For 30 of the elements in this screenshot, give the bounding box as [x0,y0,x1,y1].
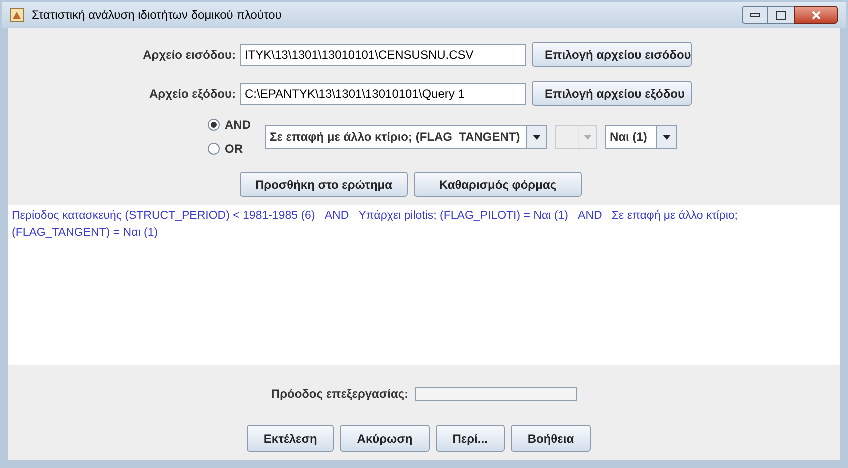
close-button[interactable] [794,6,838,24]
maximize-button[interactable] [768,6,794,24]
progress-label: Πρόοδος επεξεργασίας: [271,386,409,403]
form-button[interactable]: Καθαρισμός φόρμας [414,172,582,197]
operator-radio[interactable]: AND [208,116,251,134]
operator-radio[interactable]: OR [208,140,251,158]
dialog-button[interactable]: Ακύρωση [340,425,430,452]
field-dropdown[interactable]: Σε επαφή με άλλο κτίριο; (FLAG_TANGENT) [265,125,547,149]
query-text: Περίοδος κατασκευής (STRUCT_PERIOD) < 1981-1985 (6) AND Υπάρχει pilotis; (FLAG_PILOTI) = Ναι (1) AND Σε επαφή με άλλο κτίριο; (FLAG_TANGENT) = Ναι (1) [12,209,739,241]
file-label: Αρχείο εξόδου: [148,86,236,102]
caret-icon [584,134,592,140]
form-button[interactable]: Προσθήκη στο ερώτημα [240,172,408,197]
app-icon [10,8,24,22]
dialog-button[interactable]: Περί... [436,425,505,452]
caret-icon [532,134,540,140]
file-label: Αρχείο εισόδου: [142,46,236,64]
value-dropdown[interactable]: Ναι (1) [605,125,677,149]
window-title: Στατιστική ανάλυση ιδιοτήτων δομικού πλούτου [32,7,282,24]
choose-file-button[interactable]: Επιλογή αρχείου εισόδου [532,42,692,67]
choose-file-button[interactable]: Επιλογή αρχείου εξόδου [532,81,692,106]
dialog-button[interactable]: Βοήθεια [510,425,592,452]
query-text-area[interactable]: Περίοδος κατασκευής (STRUCT_PERIOD) < 1981-1985 (6) AND Υπάρχει pilotis; (FLAG_PILOTI) = Ναι (1) AND Σε επαφή με άλλο κτίριο; (FLAG_TANGENT) = Ναι (1) [8,205,840,365]
caret-icon [662,134,670,140]
maximize-icon [776,10,786,20]
dialog-button[interactable]: Εκτέλεση [246,425,334,452]
minimize-icon [750,13,760,17]
file-path-field[interactable]: C:\EPANTYK\13\1301\13010101\Query 1 [240,82,526,104]
minimize-button[interactable] [742,6,768,24]
close-icon [812,10,820,20]
file-path-field[interactable]: ITYK\13\1301\13010101\CENSUSNU.CSV [240,44,526,66]
